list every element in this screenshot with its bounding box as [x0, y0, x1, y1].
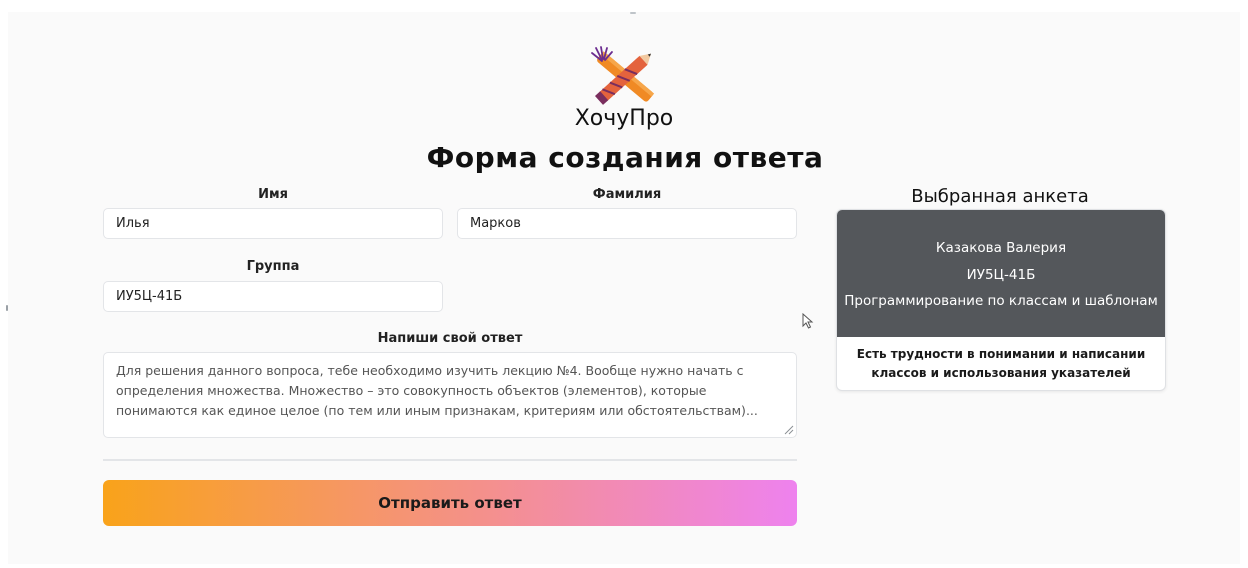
answer-textarea[interactable]: Для решения данного вопроса, тебе необхо…: [103, 352, 797, 438]
last-name-label: Фамилия: [592, 187, 662, 202]
card-header: Казакова Валерия ИУ5Ц-41Б Программирован…: [837, 210, 1165, 337]
divider: [103, 459, 797, 461]
group-label: Группа: [246, 259, 300, 274]
brand-name: ХочуПро: [574, 106, 674, 131]
problem-description: Есть трудности в понимании и написании к…: [856, 347, 1146, 380]
student-group: ИУ5Ц-41Б: [966, 267, 1036, 283]
answer-label: Напиши свой ответ: [377, 331, 523, 346]
logo-icon: [591, 46, 655, 105]
subject-name: Программирование по классам и шаблонам: [844, 293, 1158, 309]
first-name-label: Имя: [258, 187, 288, 202]
mouse-pointer-icon: [802, 313, 814, 329]
edge-marker: [6, 305, 8, 311]
student-name: Казакова Валерия: [935, 240, 1067, 256]
selected-profile-title: Выбранная анкета: [911, 186, 1089, 207]
selected-profile-card[interactable]: Казакова Валерия ИУ5Ц-41Б Программирован…: [836, 209, 1166, 391]
last-name-input[interactable]: [457, 208, 797, 239]
first-name-input[interactable]: [103, 208, 443, 239]
page-title: Форма создания ответа: [426, 141, 824, 174]
submit-answer-button[interactable]: Отправить ответ: [103, 480, 797, 526]
group-input[interactable]: [103, 281, 443, 312]
resize-grip-icon[interactable]: [783, 424, 794, 435]
scroll-indicator: [630, 12, 636, 14]
